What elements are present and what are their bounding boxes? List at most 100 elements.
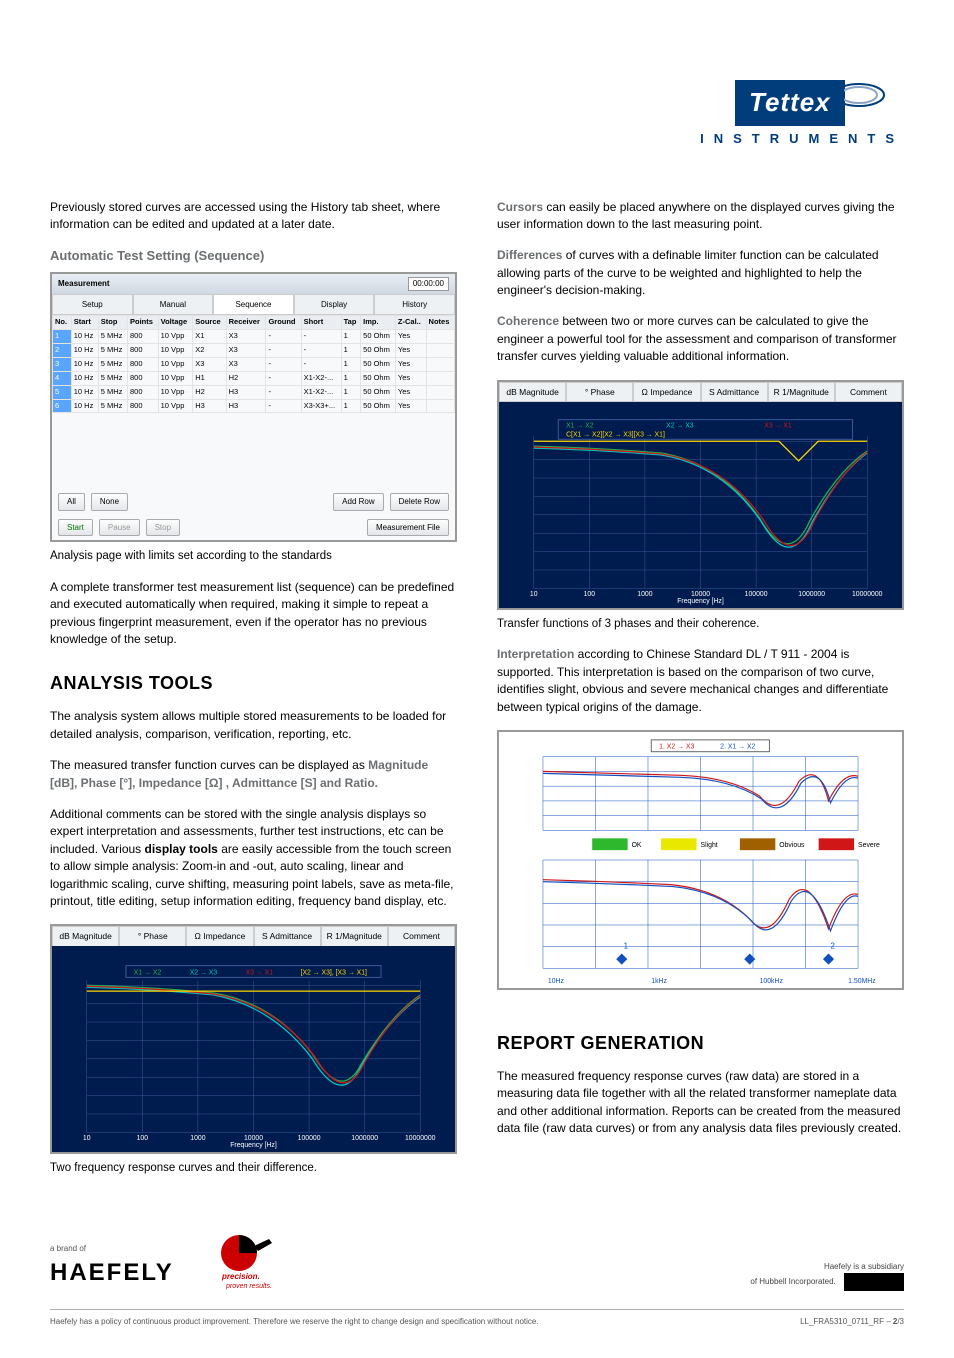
table-header: Imp.: [361, 316, 396, 330]
table-header: Z-Cal..: [395, 316, 426, 330]
svg-text:1: 1: [624, 942, 628, 951]
pause-button[interactable]: Pause: [99, 519, 140, 537]
svg-text:100: 100: [584, 591, 596, 598]
difference-chart-svg: 10100100010000100000100000010000000 X1 →…: [52, 946, 455, 1152]
tab-history[interactable]: History: [374, 294, 455, 316]
chart1-tab-magnitude[interactable]: dB Magnitude: [52, 926, 119, 946]
chart1-tab-comment[interactable]: Comment: [388, 926, 455, 946]
chart2-tab-phase[interactable]: ° Phase: [566, 382, 633, 402]
svg-text:1. X2 → X3: 1. X2 → X3: [659, 744, 694, 751]
svg-text:100000: 100000: [745, 591, 768, 598]
coherence-paragraph: Coherence between two or more curves can…: [497, 313, 904, 365]
footer-policy: Haefely has a policy of continuous produ…: [50, 1316, 539, 1328]
haefely-logo: HAEFELY: [50, 1256, 174, 1291]
meas-file-button[interactable]: Measurement File: [367, 519, 449, 537]
chart1-tab-invmag[interactable]: R 1/Magnitude: [321, 926, 388, 946]
tab-sequence[interactable]: Sequence: [213, 294, 294, 316]
chart2-tab-invmag[interactable]: R 1/Magnitude: [768, 382, 835, 402]
svg-text:X1 → X2: X1 → X2: [566, 422, 594, 429]
svg-text:[X2 → X3], [X3 → X1]: [X2 → X3], [X3 → X1]: [301, 970, 367, 977]
chart1-tab-phase[interactable]: ° Phase: [119, 926, 186, 946]
analysis-p1: The analysis system allows multiple stor…: [50, 708, 457, 743]
chart1-tab-admittance[interactable]: S Admittance: [254, 926, 321, 946]
interpretation-paragraph: Interpretation according to Chinese Stan…: [497, 646, 904, 716]
differences-paragraph: Differences of curves with a definable l…: [497, 247, 904, 299]
sequence-screenshot: Measurement 00:00:00 Setup Manual Sequen…: [50, 272, 457, 542]
analysis-p2: The measured transfer function curves ca…: [50, 757, 457, 792]
sequence-caption: Analysis page with limits set according …: [50, 548, 457, 565]
chart1-tab-impedance[interactable]: Ω Impedance: [186, 926, 253, 946]
add-row-button[interactable]: Add Row: [333, 493, 383, 511]
table-header: Start: [71, 316, 98, 330]
coherence-chart-svg: 10100100010000100000100000010000000 X1 →…: [499, 402, 902, 608]
table-header: Tap: [341, 316, 361, 330]
precision-badge-icon: precision. proven results.: [214, 1231, 292, 1291]
svg-text:X2 → X3: X2 → X3: [190, 970, 218, 977]
sequence-tabs: Setup Manual Sequence Display History: [52, 294, 455, 316]
table-header: Short: [301, 316, 341, 330]
table-header: Points: [128, 316, 159, 330]
svg-text:proven results.: proven results.: [225, 1283, 272, 1290]
svg-text:C[X1 → X2][X2 → X3][X3 → X1]: C[X1 → X2][X2 → X3][X3 → X1]: [566, 431, 665, 438]
footer-docid: LL_FRA5310_0711_RF – 2/3: [800, 1316, 904, 1328]
sequence-heading: Automatic Test Setting (Sequence): [50, 247, 457, 266]
svg-text:precision.: precision.: [221, 1272, 260, 1281]
left-column: Previously stored curves are accessed us…: [50, 199, 457, 1192]
svg-text:1000000: 1000000: [798, 591, 825, 598]
haefely-tagline: a brand of: [50, 1243, 174, 1255]
sequence-body: A complete transformer test measurement …: [50, 579, 457, 649]
analysis-p3: Additional comments can be stored with t…: [50, 806, 457, 910]
table-row[interactable]: 210 Hz5 MHz80010 VppX2X3--150 OhmYes: [53, 344, 455, 358]
svg-text:X3 → X1: X3 → X1: [764, 422, 792, 429]
brand-subtitle: INSTRUMENTS: [50, 130, 904, 149]
svg-text:2: 2: [830, 942, 834, 951]
svg-text:1000: 1000: [637, 591, 652, 598]
svg-text:Severe: Severe: [858, 842, 880, 849]
stop-button[interactable]: Stop: [146, 519, 180, 537]
delete-row-button[interactable]: Delete Row: [390, 493, 449, 511]
table-row[interactable]: 510 Hz5 MHz80010 VppH2H3-X1-X2-...150 Oh…: [53, 385, 455, 399]
difference-chart: dB Magnitude ° Phase Ω Impedance S Admit…: [50, 924, 457, 1154]
table-header: Ground: [266, 316, 301, 330]
table-header: Notes: [426, 316, 454, 330]
chart2-tab-comment[interactable]: Comment: [835, 382, 902, 402]
footer-rule: [50, 1309, 904, 1310]
footer-sub2: of Hubbell Incorporated.: [750, 1277, 835, 1286]
svg-text:10000000: 10000000: [405, 1136, 436, 1143]
chart2-tab-admittance[interactable]: S Admittance: [701, 382, 768, 402]
table-header: Source: [193, 316, 226, 330]
start-button[interactable]: Start: [58, 519, 93, 537]
svg-text:10Hz: 10Hz: [548, 978, 565, 985]
cursors-paragraph: Cursors can easily be placed anywhere on…: [497, 199, 904, 234]
svg-text:OK: OK: [632, 842, 642, 849]
interpretation-chart: 1. X2 → X3 2. X1 → X2 OK Slight Obvious …: [497, 730, 904, 990]
svg-text:1000: 1000: [190, 1136, 205, 1143]
chart2-tab-impedance[interactable]: Ω Impedance: [633, 382, 700, 402]
table-row[interactable]: 110 Hz5 MHz80010 VppX1X3--150 OhmYes: [53, 330, 455, 344]
elapsed-time: 00:00:00: [408, 277, 449, 291]
all-button[interactable]: All: [58, 493, 85, 511]
brand-swoosh-icon: [844, 80, 904, 110]
coherence-chart-caption: Transfer functions of 3 phases and their…: [497, 616, 904, 633]
svg-text:X2 → X3: X2 → X3: [666, 422, 694, 429]
table-header: Stop: [98, 316, 127, 330]
svg-text:100: 100: [137, 1136, 149, 1143]
brand-name: Tettex: [735, 80, 845, 126]
tab-display[interactable]: Display: [294, 294, 375, 316]
svg-text:100kHz: 100kHz: [760, 978, 784, 985]
svg-text:100000: 100000: [298, 1136, 321, 1143]
table-row[interactable]: 610 Hz5 MHz80010 VppH3H3-X3-X3+...150 Oh…: [53, 399, 455, 413]
none-button[interactable]: None: [91, 493, 128, 511]
page-footer: a brand of HAEFELY precision. proven res…: [50, 1231, 904, 1291]
svg-text:10: 10: [530, 591, 538, 598]
tab-setup[interactable]: Setup: [52, 294, 133, 316]
tab-manual[interactable]: Manual: [133, 294, 214, 316]
table-row[interactable]: 410 Hz5 MHz80010 VppH1H2-X1-X2-...150 Oh…: [53, 371, 455, 385]
right-column: Cursors can easily be placed anywhere on…: [497, 199, 904, 1192]
chart2-tab-magnitude[interactable]: dB Magnitude: [499, 382, 566, 402]
table-header: No.: [53, 316, 72, 330]
table-row[interactable]: 310 Hz5 MHz80010 VppX3X3--150 OhmYes: [53, 357, 455, 371]
difference-chart-caption: Two frequency response curves and their …: [50, 1160, 457, 1177]
report-body: The measured frequency response curves (…: [497, 1068, 904, 1138]
coherence-chart: dB Magnitude ° Phase Ω Impedance S Admit…: [497, 380, 904, 610]
